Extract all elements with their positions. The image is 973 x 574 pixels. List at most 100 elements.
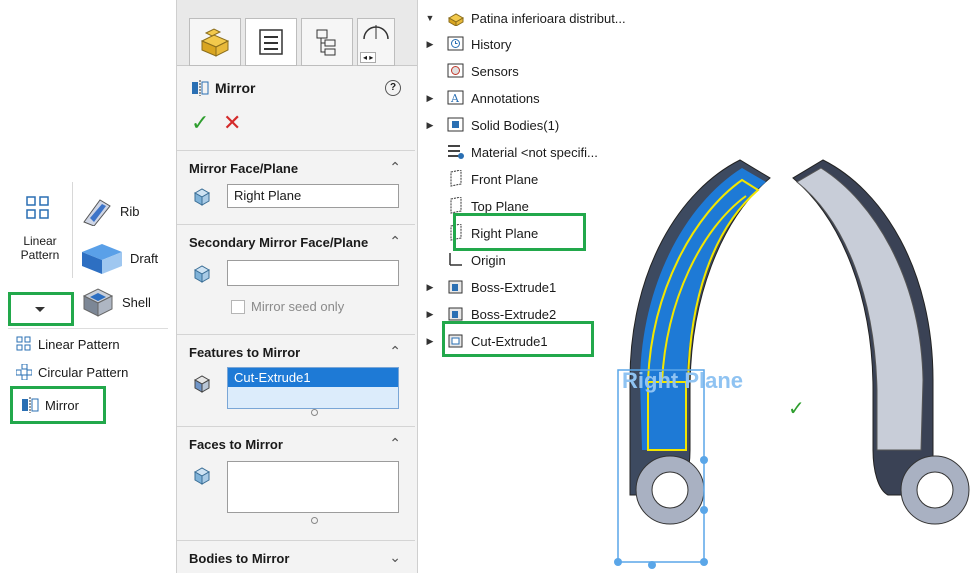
collapse-arrow-icon[interactable]: ▼ (425, 13, 435, 23)
tree-item-label: Material <not specifi... (471, 144, 598, 160)
mirror-plane-field[interactable]: Right Plane (227, 184, 399, 208)
expand-arrow-icon[interactable]: ▶ (425, 39, 435, 50)
features-list-item[interactable]: Cut-Extrude1 (228, 368, 398, 387)
menu-item-label: Mirror (45, 397, 79, 413)
tree-item-label: Solid Bodies(1) (471, 117, 560, 133)
mirror-property-manager: ◂ ▸ Mirror ? ✓ ✕ Mirror Face/Plane ⌃ Rig… (176, 0, 418, 573)
svg-text:A: A (450, 92, 460, 105)
section-header[interactable]: Secondary Mirror Face/Plane (177, 225, 415, 250)
mirrored-part (792, 159, 970, 525)
extrude-icon (447, 278, 465, 296)
menu-item-label: Linear Pattern (38, 336, 120, 352)
secondary-mirror-section: Secondary Mirror Face/Plane ⌃ Mirror see… (177, 224, 415, 335)
tree-item-origin[interactable]: Origin (425, 248, 506, 272)
section-header[interactable]: Bodies to Mirror (177, 541, 415, 566)
linear-pattern-icon (26, 196, 49, 219)
section-header[interactable]: Faces to Mirror (177, 427, 415, 452)
sensors-icon (447, 62, 465, 80)
resize-grip-icon[interactable] (311, 517, 318, 524)
linear-pattern-button[interactable]: Linear Pattern (8, 182, 73, 278)
menu-item-label: Circular Pattern (38, 364, 129, 380)
checkbox-box[interactable] (231, 299, 245, 314)
tab-property-manager[interactable] (245, 18, 297, 66)
tree-item-sensors[interactable]: Sensors (425, 59, 519, 83)
right-plane-highlight (453, 213, 586, 251)
tree-item-history[interactable]: ▶ History (425, 32, 511, 56)
draft-label: Draft (130, 250, 159, 266)
linear-pattern-icon (16, 336, 31, 351)
linear-pattern-caption: Linear Pattern (20, 234, 60, 262)
tree-item-label: Sensors (471, 63, 519, 79)
tree-item-front-plane[interactable]: Front Plane (425, 167, 538, 191)
secondary-plane-field[interactable] (227, 260, 399, 286)
faces-to-mirror-section: Faces to Mirror ⌃ (177, 426, 415, 541)
draft-icon (82, 244, 122, 274)
circular-pattern-icon (16, 364, 32, 380)
plane-face-icon (193, 188, 211, 206)
mirror-icon (22, 397, 39, 413)
faces-list[interactable] (227, 461, 399, 513)
tree-item-boss-extrude1[interactable]: ▶ Boss-Extrude1 (425, 275, 557, 299)
expand-icon[interactable]: ⌄ (389, 549, 401, 566)
bodies-to-mirror-section: Bodies to Mirror ⌄ (177, 540, 415, 574)
tab-scroll-arrows[interactable]: ◂ ▸ (360, 52, 377, 63)
draft-button[interactable]: Draft (80, 240, 158, 276)
rib-button[interactable]: Rib (80, 196, 140, 226)
shell-label: Shell (122, 294, 151, 310)
section-header[interactable]: Features to Mirror (177, 335, 415, 360)
section-header[interactable]: Mirror Face/Plane (177, 151, 415, 176)
mirror-seed-only-checkbox[interactable]: Mirror seed only (231, 299, 344, 314)
origin-icon (447, 251, 465, 269)
part-icon (447, 9, 465, 27)
checkbox-label: Mirror seed only (251, 299, 345, 314)
material-icon (447, 143, 465, 161)
expand-arrow-icon[interactable]: ▶ (425, 93, 435, 104)
shell-icon (82, 288, 114, 317)
tab-more[interactable]: ◂ ▸ (357, 18, 395, 66)
tree-item-label: Boss-Extrude2 (471, 306, 557, 322)
tree-item-label: Front Plane (471, 171, 539, 187)
tree-item-label: Top Plane (471, 198, 529, 214)
collapse-icon[interactable]: ⌃ (389, 159, 401, 176)
expand-arrow-icon[interactable]: ▶ (425, 282, 435, 293)
rib-icon (83, 199, 111, 226)
features-icon (193, 375, 211, 393)
linear-pattern-dropdown[interactable] (8, 292, 74, 326)
history-icon (447, 35, 465, 53)
mirror-icon (192, 80, 209, 96)
menu-item-circular-pattern[interactable]: Circular Pattern (16, 359, 128, 385)
menu-item-linear-pattern[interactable]: Linear Pattern (16, 331, 120, 357)
tab-configuration-manager[interactable] (301, 18, 353, 66)
tree-root[interactable]: ▼ Patina inferioara distribut... (425, 6, 626, 30)
features-list[interactable]: Cut-Extrude1 (227, 367, 399, 409)
collapse-icon[interactable]: ⌃ (389, 343, 401, 360)
chevron-down-icon (35, 307, 45, 312)
graphics-area[interactable]: Right Plane ✓ (590, 150, 973, 573)
cancel-button[interactable]: ✕ (223, 110, 241, 136)
menu-item-mirror[interactable]: Mirror (10, 386, 106, 424)
help-icon[interactable]: ? (385, 80, 401, 96)
cut-extrude-highlight (442, 321, 594, 357)
tree-root-label: Patina inferioara distribut... (471, 10, 626, 26)
manager-tabs: ◂ ▸ (177, 0, 417, 66)
collapse-icon[interactable]: ⌃ (389, 435, 401, 452)
tab-feature-manager[interactable] (189, 18, 241, 66)
plane-face-icon (193, 467, 211, 485)
solid-bodies-icon (447, 116, 465, 134)
resize-grip-icon[interactable] (311, 409, 318, 416)
expand-arrow-icon[interactable]: ▶ (425, 336, 435, 347)
configuration-icon (316, 29, 336, 56)
original-part[interactable] (614, 159, 771, 569)
tree-item-annotations[interactable]: ▶ A Annotations (425, 86, 540, 110)
collapse-icon[interactable]: ⌃ (389, 233, 401, 250)
page-title: Mirror (215, 80, 256, 96)
accept-preview-icon[interactable]: ✓ (788, 396, 805, 420)
shell-button[interactable]: Shell (80, 286, 151, 318)
ok-button[interactable]: ✓ (191, 110, 209, 136)
expand-arrow-icon[interactable]: ▶ (425, 309, 435, 320)
features-to-mirror-section: Features to Mirror ⌃ Cut-Extrude1 (177, 334, 415, 427)
feature-title: Mirror (191, 80, 255, 96)
tree-item-material-not-specifi[interactable]: Material <not specifi... (425, 140, 598, 164)
expand-arrow-icon[interactable]: ▶ (425, 120, 435, 131)
tree-item-solid-bodies-1[interactable]: ▶ Solid Bodies(1) (425, 113, 559, 137)
